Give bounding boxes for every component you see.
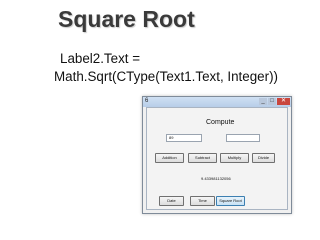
close-icon[interactable]: ✕ — [277, 98, 290, 105]
multiply-button[interactable]: Multiply — [220, 153, 249, 163]
date-button[interactable]: Date — [159, 196, 184, 206]
maximize-icon[interactable]: □ — [268, 98, 276, 105]
square-root-button[interactable]: Square Root — [216, 196, 245, 206]
code-line-1: Label2.Text = — [60, 51, 141, 66]
window-title: 6 — [145, 98, 149, 104]
minimize-icon[interactable]: _ — [259, 98, 267, 105]
result-label: 9.433981132056 — [201, 176, 231, 181]
number-input-1[interactable]: 89 — [166, 134, 202, 142]
time-button[interactable]: Time — [190, 196, 215, 206]
subtract-button[interactable]: Subtract — [188, 153, 217, 163]
divide-button[interactable]: Divide — [252, 153, 275, 163]
slide-title: Square Root — [58, 6, 195, 32]
window-titlebar[interactable]: 6 _ □ ✕ — [143, 97, 291, 107]
number-input-2[interactable] — [226, 134, 260, 142]
compute-heading: Compute — [206, 119, 235, 126]
addition-button[interactable]: Addition — [155, 153, 184, 163]
code-line-2: Math.Sqrt(CType(Text1.Text, Integer)) — [54, 69, 278, 84]
